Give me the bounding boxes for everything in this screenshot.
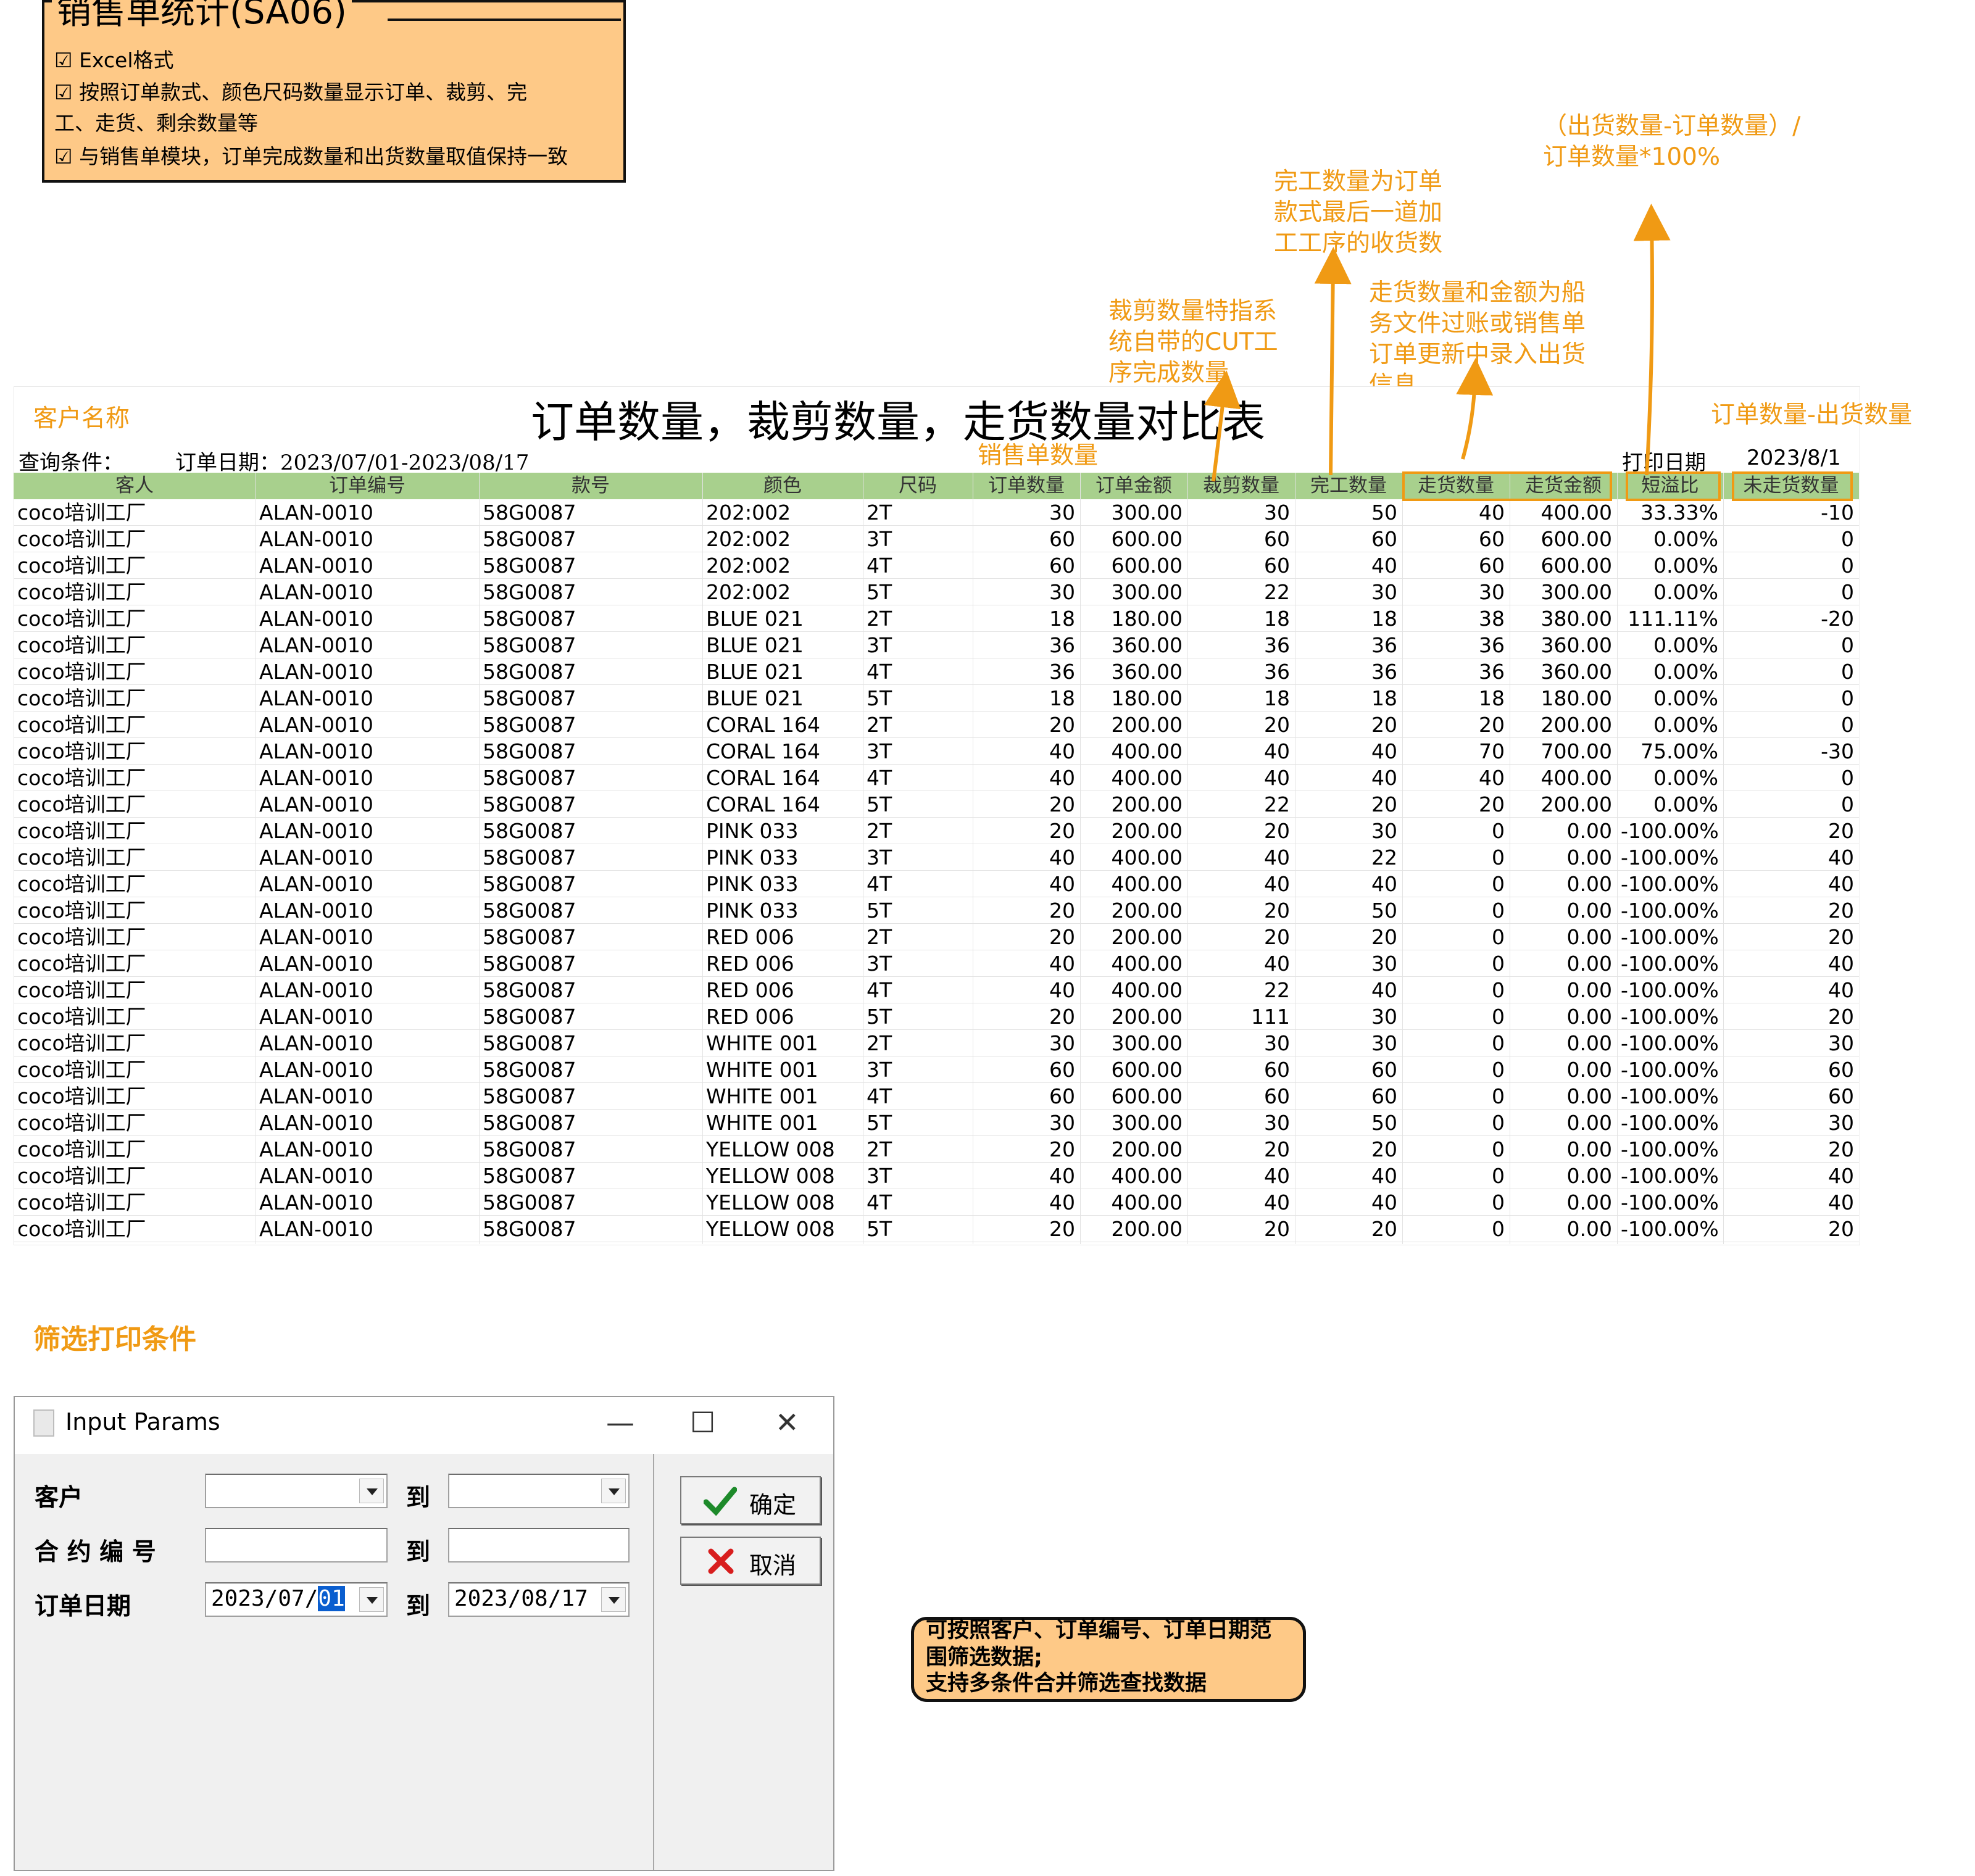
chevron-down-icon[interactable] (601, 1479, 626, 1503)
cut-arrow (1204, 370, 1241, 482)
ok-button[interactable]: 确定 (680, 1476, 821, 1524)
to-label: 到 (406, 1538, 431, 1566)
chevron-down-icon[interactable] (601, 1587, 626, 1612)
minimize-button[interactable]: — (606, 1406, 634, 1439)
bubble-line: 可按照客户、订单编号、订单日期范 (926, 1618, 1272, 1643)
ratio-arrow (1633, 204, 1671, 476)
filter-section-title: 筛选打印条件 (33, 1324, 196, 1355)
maximize-button[interactable]: ☐ (690, 1406, 715, 1439)
bubble-line: 围筛选数据; (926, 1645, 1042, 1670)
customer-label: 客户 (35, 1484, 83, 1512)
document-icon (33, 1409, 54, 1437)
to-label: 到 (406, 1484, 431, 1512)
contract-number-label: 合 约 编 号 (35, 1538, 156, 1566)
dialog-title: Input Params (65, 1408, 220, 1435)
close-icon (708, 1548, 734, 1574)
bubble-line: 支持多条件合并筛选查找数据 (926, 1671, 1207, 1696)
order-date-from-picker[interactable]: 2023/07/01 (205, 1582, 388, 1617)
chevron-down-icon[interactable] (359, 1479, 384, 1503)
cancel-button[interactable]: 取消 (680, 1537, 821, 1585)
order-date-label: 订单日期 (35, 1593, 131, 1621)
dialog-divider (653, 1454, 654, 1870)
finish-arrow (1314, 247, 1352, 476)
order-date-to-picker[interactable]: 2023/08/17 (448, 1582, 630, 1617)
checkmark-icon (704, 1487, 737, 1516)
contract-from-input[interactable] (205, 1528, 388, 1563)
close-button[interactable]: ✕ (775, 1406, 799, 1439)
customer-from-combo[interactable] (205, 1474, 388, 1508)
ship-arrow (1456, 358, 1494, 460)
input-params-dialog (14, 1396, 834, 1871)
chevron-down-icon[interactable] (359, 1587, 384, 1612)
customer-to-combo[interactable] (448, 1474, 630, 1508)
to-label: 到 (406, 1593, 431, 1621)
contract-to-input[interactable] (448, 1528, 630, 1563)
